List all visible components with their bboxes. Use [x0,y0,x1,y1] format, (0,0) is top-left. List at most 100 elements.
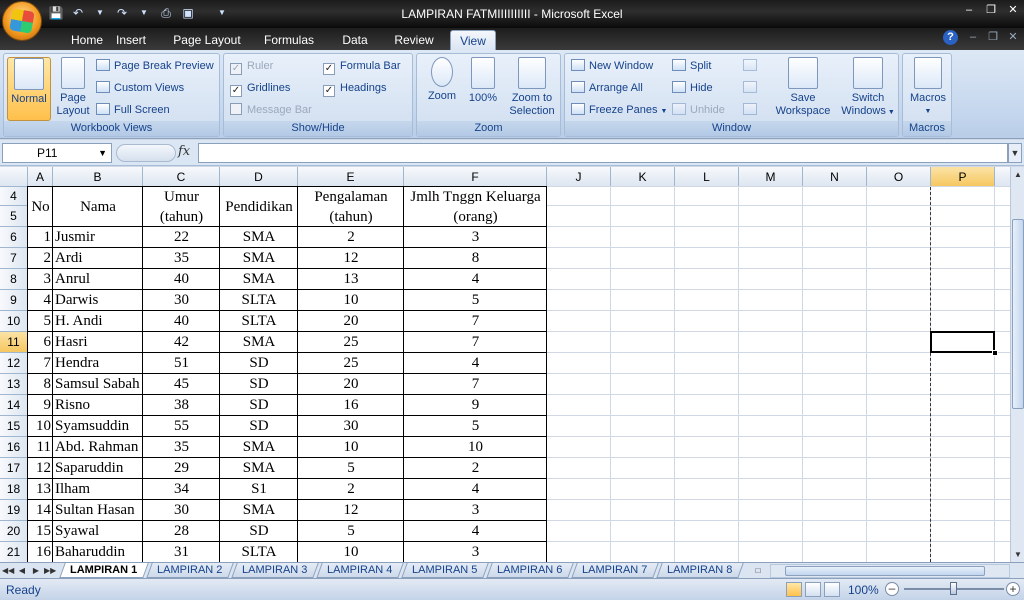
new-window-button[interactable]: New Window [571,57,653,75]
table-cell[interactable]: 10 [298,542,404,562]
row-header-14[interactable]: 14 [0,395,28,416]
arrange-all-button[interactable]: Arrange All [571,79,643,97]
sheet-tab-8[interactable]: LAMPIRAN 8 [656,563,744,578]
sheet-tab-4[interactable]: LAMPIRAN 4 [316,563,404,578]
workbook-close-icon[interactable]: ✕ [1006,30,1020,44]
table-cell[interactable]: SD [220,521,298,542]
scroll-up-icon[interactable]: ▲ [1012,168,1024,181]
table-cell[interactable]: SMA [220,269,298,290]
message-bar-checkbox[interactable]: Message Bar [230,101,312,119]
table-cell[interactable]: 13 [28,479,53,500]
column-header-m[interactable]: M [739,167,803,187]
table-cell[interactable]: 1 [28,227,53,248]
row-header-17[interactable]: 17 [0,458,28,479]
tab-formulas[interactable]: Formulas [256,30,322,50]
minimize-icon[interactable]: – [962,3,976,17]
table-cell[interactable]: 10 [404,437,547,458]
table-cell[interactable]: Syawal [53,521,143,542]
table-cell[interactable]: 40 [143,311,220,332]
select-all-corner[interactable] [0,167,28,187]
table-cell[interactable]: SLTA [220,542,298,562]
table-cell[interactable]: Ilham [53,479,143,500]
table-cell[interactable]: 30 [143,290,220,311]
table-cell[interactable]: SD [220,416,298,437]
table-cell[interactable]: 13 [298,269,404,290]
zoom-out-icon[interactable]: – [885,582,899,596]
table-cell[interactable]: 5 [404,290,547,311]
page-break-preview-button[interactable]: Page Break Preview [96,57,214,75]
table-cell[interactable]: 20 [298,311,404,332]
ruler-checkbox[interactable]: ✓ Ruler [230,57,273,75]
table-cell[interactable]: 35 [143,248,220,269]
macros-button[interactable]: Macros ▼ [907,57,949,118]
table-cell[interactable]: 7 [404,332,547,353]
row-header-11[interactable]: 11 [0,332,28,353]
table-cell[interactable]: SLTA [220,311,298,332]
table-cell[interactable]: 30 [143,500,220,521]
name-box[interactable]: P11 ▼ [2,143,112,163]
column-header-o[interactable]: O [867,167,931,187]
insert-function-icon[interactable]: fx [178,144,190,159]
table-cell[interactable]: 16 [28,542,53,562]
unhide-button[interactable]: Unhide [672,101,725,119]
zoom-level[interactable]: 100% [848,583,879,597]
table-cell[interactable]: Saparuddin [53,458,143,479]
table-cell[interactable]: SMA [220,437,298,458]
selected-cell[interactable] [930,331,995,353]
table-cell[interactable]: Jusmir [53,227,143,248]
table-cell[interactable]: 2 [298,479,404,500]
table-cell[interactable]: 5 [298,521,404,542]
full-screen-button[interactable]: Full Screen [96,101,170,119]
column-header-n[interactable]: N [803,167,867,187]
table-cell[interactable]: 3 [28,269,53,290]
table-cell[interactable]: 5 [404,416,547,437]
sheet-tab-6[interactable]: LAMPIRAN 6 [486,563,574,578]
table-cell[interactable]: 9 [404,395,547,416]
table-cell[interactable]: Samsul Sabah [53,374,143,395]
column-header-a[interactable]: A [28,167,53,187]
table-cell[interactable]: 7 [404,311,547,332]
formula-input[interactable] [198,143,1008,163]
normal-view-status-button[interactable] [786,582,802,597]
office-button[interactable] [2,1,42,41]
table-cell[interactable]: Baharuddin [53,542,143,562]
row-header-5[interactable]: 5 [0,206,28,227]
table-header-keluarga[interactable]: Jmlh Tnggn Keluarga (orang) [404,187,547,227]
horizontal-scrollbar[interactable] [770,564,1010,578]
fill-handle[interactable] [992,350,998,356]
insert-sheet-icon[interactable]: □ [750,564,766,578]
table-cell[interactable]: 14 [28,500,53,521]
tab-review[interactable]: Review [386,30,442,50]
tab-view[interactable]: View [450,30,496,50]
column-header-p[interactable]: P [931,167,995,187]
row-header-15[interactable]: 15 [0,416,28,437]
scroll-down-icon[interactable]: ▼ [1012,548,1024,561]
tab-insert[interactable]: Insert [103,30,159,50]
page-layout-status-button[interactable] [805,582,821,597]
sheet-tab-3[interactable]: LAMPIRAN 3 [231,563,319,578]
table-cell[interactable]: 4 [404,479,547,500]
reset-window-position-button[interactable] [743,101,761,119]
table-cell[interactable]: 12 [298,248,404,269]
table-cell[interactable]: SD [220,374,298,395]
table-cell[interactable]: 2 [298,227,404,248]
sheet-tab-2[interactable]: LAMPIRAN 2 [146,563,234,578]
save-workspace-button[interactable]: Save Workspace [769,57,837,118]
row-header-21[interactable]: 21 [0,542,28,562]
row-header-16[interactable]: 16 [0,437,28,458]
table-cell[interactable]: 5 [28,311,53,332]
row-header-7[interactable]: 7 [0,248,28,269]
table-cell[interactable]: SMA [220,500,298,521]
column-header-j[interactable]: J [547,167,611,187]
table-cell[interactable]: 30 [298,416,404,437]
table-cell[interactable]: 11 [28,437,53,458]
split-button[interactable]: Split [672,57,711,75]
restore-icon[interactable]: ❐ [984,3,998,17]
table-cell[interactable]: Abd. Rahman [53,437,143,458]
table-cell[interactable]: 2 [404,458,547,479]
expand-formula-bar-icon[interactable]: ▼ [1008,143,1022,163]
prev-sheet-icon[interactable]: ◀ [16,564,28,578]
table-cell[interactable]: 9 [28,395,53,416]
name-box-dropdown-icon[interactable]: ▼ [98,144,107,162]
page-layout-view-button[interactable]: Page Layout [53,57,93,118]
